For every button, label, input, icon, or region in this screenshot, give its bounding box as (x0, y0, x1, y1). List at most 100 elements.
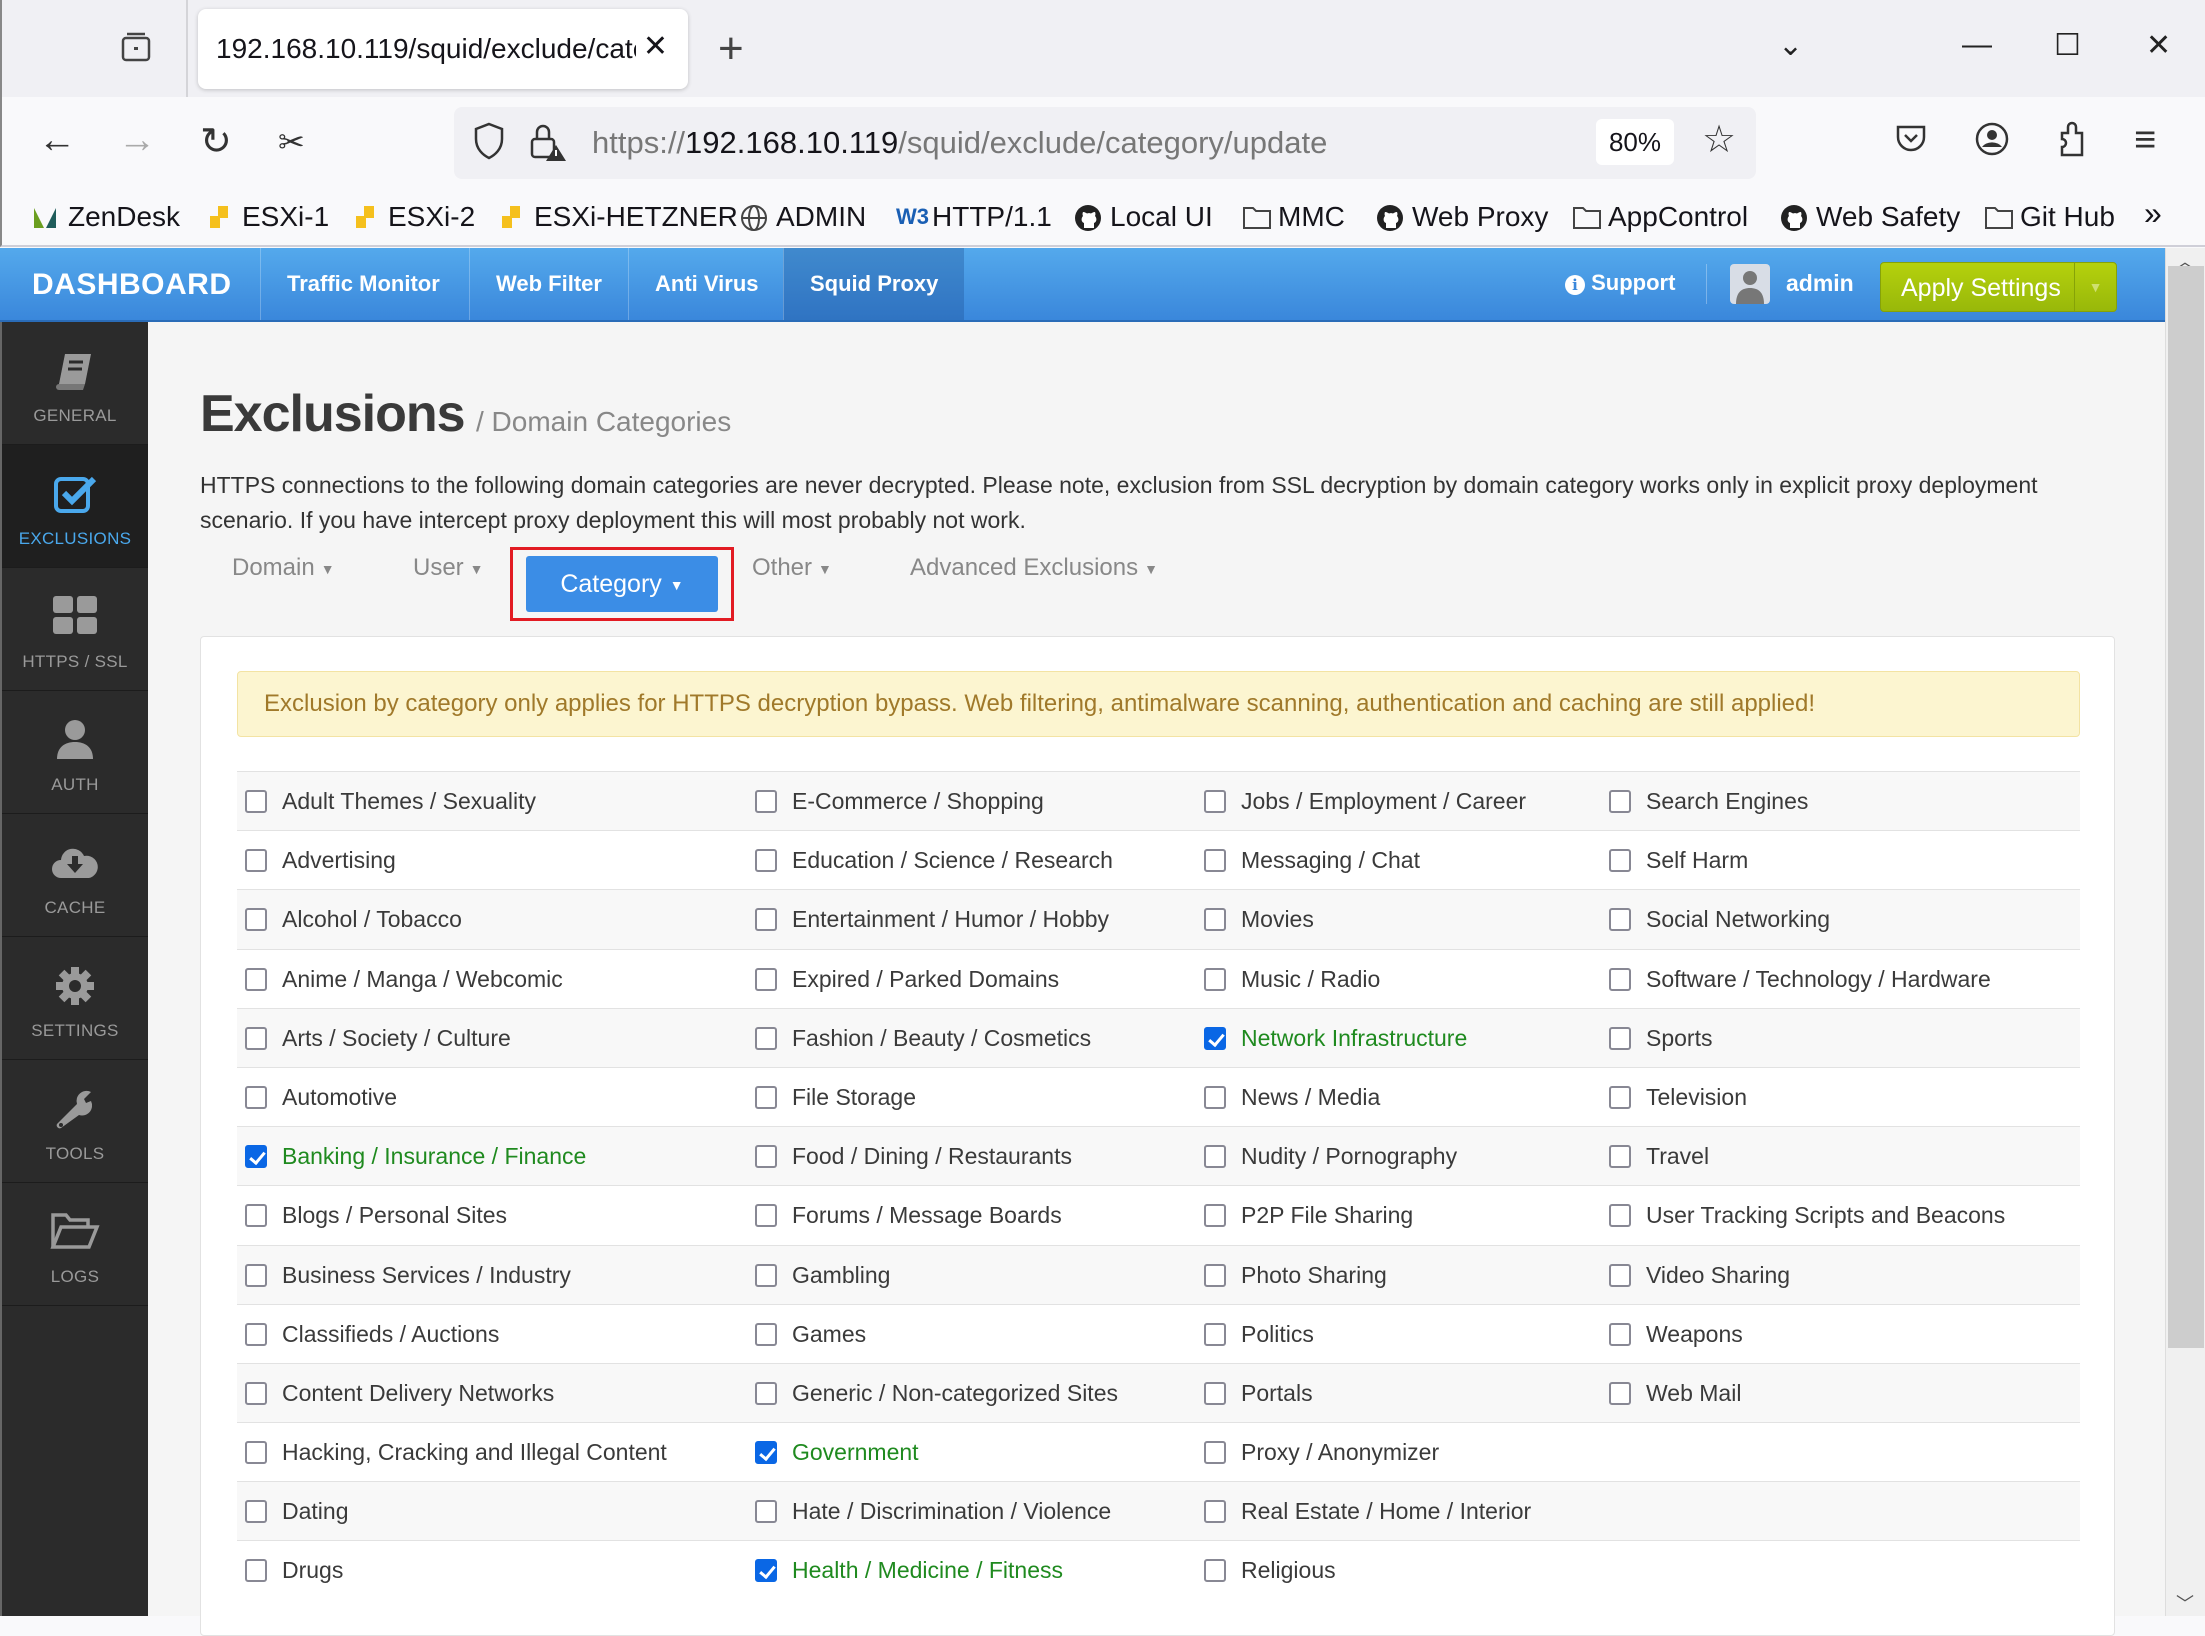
checkbox-unchecked[interactable] (1609, 849, 1631, 873)
tab-close-icon[interactable]: ✕ (643, 29, 668, 64)
bookmark-web-proxy[interactable]: Web Proxy (1376, 201, 1548, 233)
category-option[interactable]: Weapons (1609, 1305, 1743, 1364)
bookmark-local-ui[interactable]: Local UI (1074, 201, 1213, 233)
checkbox-unchecked[interactable] (1609, 1204, 1631, 1228)
checkbox-unchecked[interactable] (245, 1322, 267, 1346)
category-option[interactable]: P2P File Sharing (1204, 1186, 1413, 1245)
category-option[interactable]: Content Delivery Networks (245, 1364, 554, 1423)
checkbox-unchecked[interactable] (245, 1204, 267, 1228)
bookmark-http11[interactable]: W3 HTTP/1.1 (896, 201, 1052, 233)
category-option[interactable]: Hate / Discrimination / Violence (755, 1482, 1111, 1541)
category-option[interactable]: Search Engines (1609, 772, 1808, 831)
user-name[interactable]: admin (1786, 270, 1854, 297)
sidebar-item-https-ssl[interactable]: HTTPS / SSL (2, 568, 148, 691)
category-option[interactable]: Entertainment / Humor / Hobby (755, 890, 1109, 949)
checkbox-checked[interactable] (755, 1559, 777, 1583)
checkbox-checked[interactable] (755, 1441, 777, 1465)
bookmark-esxi-hetzner[interactable]: ESXi-HETZNER (498, 201, 738, 233)
list-all-tabs-icon[interactable]: ⌄ (1778, 28, 1803, 63)
checkbox-unchecked[interactable] (755, 849, 777, 873)
category-option[interactable]: Classifieds / Auctions (245, 1305, 499, 1364)
checkbox-checked[interactable] (245, 1145, 267, 1169)
checkbox-unchecked[interactable] (755, 1204, 777, 1228)
apply-dropdown-caret-icon[interactable]: ▼ (2074, 263, 2116, 311)
subnav-domain[interactable]: Domain ▼ (232, 554, 335, 582)
checkbox-unchecked[interactable] (245, 1026, 267, 1050)
checkbox-unchecked[interactable] (755, 1085, 777, 1109)
checkbox-unchecked[interactable] (1609, 1263, 1631, 1287)
scrollbar-thumb[interactable] (2168, 266, 2204, 1348)
url-bar[interactable]: https://192.168.10.119/squid/exclude/cat… (454, 107, 1756, 179)
category-option[interactable]: Anime / Manga / Webcomic (245, 950, 563, 1009)
category-option[interactable]: Forums / Message Boards (755, 1186, 1062, 1245)
sidebar-item-exclusions[interactable]: EXCLUSIONS (2, 445, 148, 568)
bookmark-appcontrol[interactable]: AppControl (1572, 201, 1748, 233)
category-option[interactable]: Sports (1609, 1009, 1712, 1068)
category-option[interactable]: News / Media (1204, 1068, 1380, 1127)
checkbox-unchecked[interactable] (1204, 1500, 1226, 1524)
checkbox-unchecked[interactable] (1609, 908, 1631, 932)
category-option[interactable]: Web Mail (1609, 1364, 1741, 1423)
checkbox-unchecked[interactable] (1204, 1145, 1226, 1169)
checkbox-checked[interactable] (1204, 1026, 1226, 1050)
checkbox-unchecked[interactable] (1204, 1085, 1226, 1109)
checkbox-unchecked[interactable] (1204, 967, 1226, 991)
sidebar-item-settings[interactable]: SETTINGS (2, 937, 148, 1060)
category-option[interactable]: Dating (245, 1482, 348, 1541)
checkbox-unchecked[interactable] (1609, 967, 1631, 991)
sidebar-item-general[interactable]: GENERAL (2, 322, 148, 445)
category-option[interactable]: Religious (1204, 1541, 1336, 1600)
category-option[interactable]: Television (1609, 1068, 1747, 1127)
category-option[interactable]: Generic / Non-categorized Sites (755, 1364, 1118, 1423)
checkbox-unchecked[interactable] (755, 1322, 777, 1346)
checkbox-unchecked[interactable] (1204, 1322, 1226, 1346)
bookmarks-overflow-icon[interactable]: » (2144, 195, 2162, 232)
category-option[interactable]: Travel (1609, 1127, 1709, 1186)
category-option[interactable]: Food / Dining / Restaurants (755, 1127, 1072, 1186)
bookmark-esxi-1[interactable]: ESXi-1 (206, 201, 329, 233)
scroll-up-icon[interactable]: ︿ (2166, 248, 2204, 272)
checkbox-unchecked[interactable] (245, 1559, 267, 1583)
category-option[interactable]: Health / Medicine / Fitness (755, 1541, 1063, 1600)
category-option[interactable]: Arts / Society / Culture (245, 1009, 511, 1068)
checkbox-unchecked[interactable] (1609, 1145, 1631, 1169)
checkbox-unchecked[interactable] (245, 849, 267, 873)
insecure-lock-icon[interactable] (528, 121, 568, 172)
checkbox-unchecked[interactable] (245, 1441, 267, 1465)
category-option[interactable]: Government (755, 1423, 919, 1482)
subnav-category[interactable]: Category ▼ (526, 556, 718, 612)
category-option[interactable]: Network Infrastructure (1204, 1009, 1467, 1068)
checkbox-unchecked[interactable] (245, 790, 267, 813)
page-scrollbar[interactable]: ︿ ﹀ (2165, 248, 2205, 1616)
bookmark-mmc[interactable]: MMC (1242, 201, 1345, 233)
category-option[interactable]: Drugs (245, 1541, 343, 1600)
checkbox-unchecked[interactable] (755, 908, 777, 932)
bookmark-esxi-2[interactable]: ESXi-2 (352, 201, 475, 233)
category-option[interactable]: Games (755, 1305, 866, 1364)
checkbox-unchecked[interactable] (1204, 1263, 1226, 1287)
menu-icon[interactable]: ≡ (2134, 119, 2156, 162)
category-option[interactable]: Alcohol / Tobacco (245, 890, 462, 949)
checkbox-unchecked[interactable] (1609, 1322, 1631, 1346)
subnav-other[interactable]: Other ▼ (752, 554, 832, 582)
category-option[interactable]: Hacking, Cracking and Illegal Content (245, 1423, 667, 1482)
checkbox-unchecked[interactable] (1609, 1381, 1631, 1405)
category-option[interactable]: Movies (1204, 890, 1314, 949)
nav-squid-proxy[interactable]: Squid Proxy (783, 248, 965, 320)
checkbox-unchecked[interactable] (755, 1026, 777, 1050)
category-option[interactable]: Nudity / Pornography (1204, 1127, 1457, 1186)
category-option[interactable]: File Storage (755, 1068, 916, 1127)
category-option[interactable]: Education / Science / Research (755, 831, 1113, 890)
apply-settings-button[interactable]: Apply Settings ▼ (1880, 262, 2117, 312)
category-option[interactable]: E-Commerce / Shopping (755, 772, 1044, 831)
bookmark-admin[interactable]: ADMIN (740, 201, 866, 233)
new-tab-button[interactable]: + (718, 24, 744, 74)
sidebar-item-auth[interactable]: AUTH (2, 691, 148, 814)
avatar[interactable] (1730, 264, 1770, 304)
checkbox-unchecked[interactable] (1609, 790, 1631, 813)
checkbox-unchecked[interactable] (1204, 849, 1226, 873)
sidebar-item-cache[interactable]: CACHE (2, 814, 148, 937)
bookmark-git-hub[interactable]: Git Hub (1984, 201, 2115, 233)
reload-icon[interactable]: ↻ (200, 119, 232, 164)
bookmark-zendesk[interactable]: ZenDesk (32, 201, 180, 233)
